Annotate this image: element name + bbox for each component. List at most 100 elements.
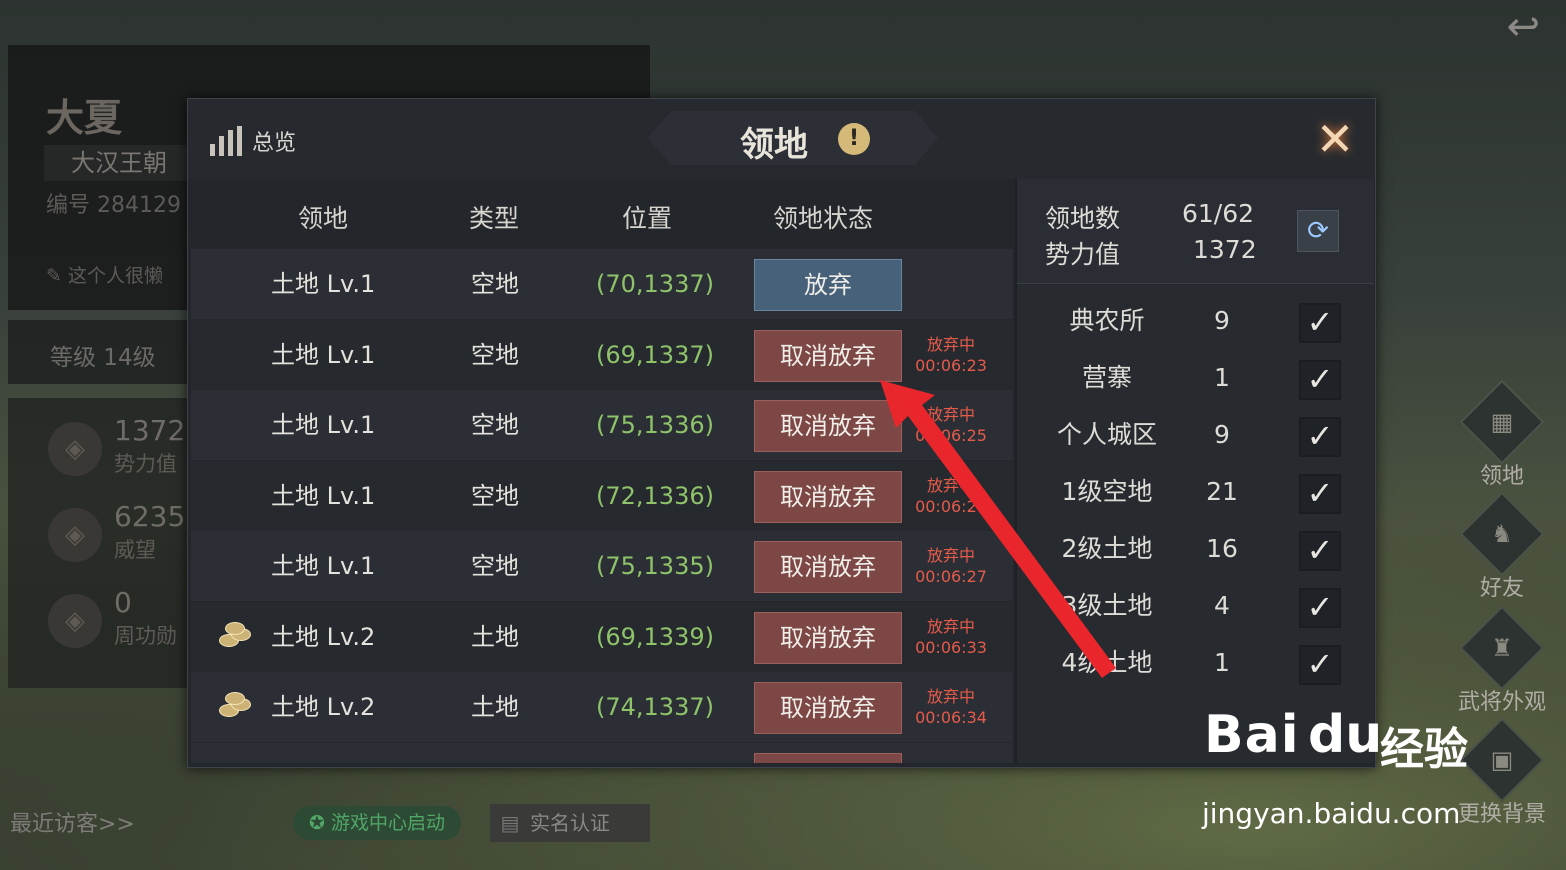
category-checkbox[interactable]: ✓ xyxy=(1299,360,1341,400)
cancel-abandon-button[interactable]: 取消放弃 xyxy=(754,611,902,664)
modal-title: 领地 xyxy=(740,125,808,165)
category-name: 3级土地 xyxy=(1061,591,1153,620)
territory-name: 土地 Lv.1 xyxy=(271,481,376,510)
territory-count-label: 领地数 xyxy=(1045,204,1121,233)
stat-weekly-merit: ◈ 0 周功勋 xyxy=(48,586,208,666)
nav-general-appearance[interactable]: ♜ 武将外观 xyxy=(1456,605,1548,716)
category-count: 9 xyxy=(1214,306,1230,335)
category-name: 营寨 xyxy=(1081,363,1132,392)
stat-label: 势力值 xyxy=(114,452,177,476)
category-row: 典农所 9 ✓ xyxy=(1017,293,1374,349)
overview-tab[interactable]: 总览 xyxy=(210,123,296,159)
nav-friends[interactable]: ♞ 好友 xyxy=(1456,491,1548,602)
player-nickname: 大夏 xyxy=(46,96,123,140)
category-row: 个人城区 9 ✓ xyxy=(1017,407,1374,463)
territory-name: 土地 Lv.2 xyxy=(271,693,376,721)
general-appearance-icon: ♜ xyxy=(1459,605,1545,691)
territory-type: 土地 xyxy=(471,622,519,651)
table-row-partial xyxy=(191,742,1013,763)
cancel-abandon-button[interactable]: 取消放弃 xyxy=(754,400,902,452)
countdown-timer: 00:06:23 xyxy=(915,355,987,375)
territory-position[interactable]: (69,1339) xyxy=(596,602,714,672)
category-name: 2级土地 xyxy=(1061,534,1153,563)
status-label: 放弃中 xyxy=(926,475,975,495)
back-arrow-icon[interactable]: ↩ xyxy=(1440,4,1540,50)
stat-prestige: ◈ 6235 威望 xyxy=(48,500,208,580)
territory-name: 土地 Lv.1 xyxy=(271,340,376,369)
territory-position[interactable]: (75,1335) xyxy=(596,531,714,601)
territory-position[interactable]: (75,1336) xyxy=(596,390,714,460)
cancel-abandon-button[interactable] xyxy=(754,752,902,763)
player-stats: ◈ 1372 势力值 ◈ 6235 威望 ◈ 0 周功勋 xyxy=(8,398,208,688)
stat-value: 6235 xyxy=(114,500,186,533)
territory-table: 领地 类型 位置 领地状态 土地 Lv.1 空地 (70,1337) 放弃 土地 Lv.… xyxy=(191,179,1013,763)
game-center-button[interactable]: ✪ 游戏中心启动 xyxy=(293,806,461,840)
countdown-timer: 00:06:26 xyxy=(915,496,987,516)
bar-chart-icon xyxy=(210,126,242,156)
stat-power: ◈ 1372 势力值 xyxy=(48,414,208,494)
territory-type: 土地 xyxy=(471,693,519,721)
category-checkbox[interactable]: ✓ xyxy=(1299,588,1341,628)
territory-position[interactable]: (70,1337) xyxy=(596,249,714,319)
category-checkbox[interactable]: ✓ xyxy=(1299,303,1341,343)
territory-name: 土地 Lv.1 xyxy=(271,270,376,298)
countdown-timer: 00:06:27 xyxy=(915,567,987,586)
territory-position[interactable]: (72,1336) xyxy=(596,461,714,531)
cancel-abandon-button[interactable]: 取消放弃 xyxy=(754,329,902,382)
abandon-button[interactable]: 放弃 xyxy=(754,259,902,311)
table-row: 土地 Lv.1 空地 (75,1336) 取消放弃 放弃中 00:06:25 xyxy=(191,390,1013,460)
real-name-button[interactable]: ▤ 实名认证 xyxy=(490,804,650,842)
pen-icon: ✎ xyxy=(46,265,68,287)
cancel-abandon-button[interactable]: 取消放弃 xyxy=(754,470,902,523)
close-button[interactable]: ✕ xyxy=(1313,116,1357,162)
cancel-abandon-button[interactable]: 取消放弃 xyxy=(754,541,902,593)
power-label: 势力值 xyxy=(1045,240,1121,269)
game-center-label: 游戏中心启动 xyxy=(330,812,445,834)
territory-name: 土地 Lv.2 xyxy=(271,622,376,651)
refresh-icon[interactable]: ⟳ xyxy=(1297,210,1339,252)
table-row: 土地 Lv.1 空地 (72,1336) 取消放弃 放弃中 00:06:26 xyxy=(191,460,1013,531)
game-center-icon: ✪ xyxy=(309,812,331,834)
dynasty-name: 大汉王朝 xyxy=(44,145,194,181)
abandon-status: 放弃中 00:06:26 xyxy=(909,475,993,517)
stat-label: 周功勋 xyxy=(114,624,177,648)
table-row: 土地 Lv.1 空地 (75,1335) 取消放弃 放弃中 00:06:27 xyxy=(191,531,1013,601)
territory-name: 土地 Lv.1 xyxy=(271,552,376,580)
category-checkbox[interactable]: ✓ xyxy=(1299,474,1341,514)
status-label: 放弃中 xyxy=(926,546,975,565)
gold-resource-icon xyxy=(219,621,255,650)
baidu-watermark: Bai du 经验 jingyan.baidu.com xyxy=(1200,705,1490,835)
abandon-status: 放弃中 00:06:25 xyxy=(909,404,993,446)
category-checkbox[interactable]: ✓ xyxy=(1299,645,1341,685)
category-checkbox[interactable]: ✓ xyxy=(1299,531,1341,571)
status-label: 放弃中 xyxy=(926,616,975,636)
abandon-status: 放弃中 00:06:23 xyxy=(909,334,993,376)
overview-label: 总览 xyxy=(252,131,297,156)
territory-count-value: 61/62 xyxy=(1182,199,1255,228)
gold-resource-icon xyxy=(219,692,255,720)
player-id: 编号 284129 xyxy=(46,193,181,218)
category-row: 3级土地 4 ✓ xyxy=(1017,578,1374,634)
checkmark-icon: ✓ xyxy=(1306,531,1334,569)
summary-header: 领地数 61/62 势力值 1372 ⟳ xyxy=(1017,179,1374,284)
stat-label: 威望 xyxy=(114,538,156,562)
nav-territory[interactable]: ▦ 领地 xyxy=(1456,379,1548,490)
category-count: 16 xyxy=(1206,534,1238,563)
checkmark-icon: ✓ xyxy=(1306,588,1334,626)
summary-panel: 领地数 61/62 势力值 1372 ⟳ 典农所 9 ✓ 营寨 1 ✓ 个人城区 9 ✓ 1级空地… xyxy=(1015,179,1374,763)
territory-position[interactable]: (74,1337) xyxy=(596,672,714,742)
player-signature[interactable]: ✎ 这个人很懒 xyxy=(46,261,163,288)
countdown-timer: 00:06:25 xyxy=(915,426,987,445)
category-row: 1级空地 21 ✓ xyxy=(1017,464,1374,520)
recent-visitors-link[interactable]: 最近访客>> xyxy=(10,806,135,838)
info-icon[interactable]: ! xyxy=(838,123,870,155)
cancel-abandon-button[interactable]: 取消放弃 xyxy=(754,682,902,734)
checkmark-icon: ✓ xyxy=(1306,474,1334,512)
checkmark-icon: ✓ xyxy=(1306,417,1334,455)
category-name: 个人城区 xyxy=(1056,420,1157,449)
category-checkbox[interactable]: ✓ xyxy=(1299,417,1341,457)
signature-text: 这个人很懒 xyxy=(67,265,163,287)
territory-position[interactable]: (69,1337) xyxy=(596,320,714,390)
watermark-brand: Bai xyxy=(1204,705,1300,765)
stat-value: 0 xyxy=(114,586,132,619)
